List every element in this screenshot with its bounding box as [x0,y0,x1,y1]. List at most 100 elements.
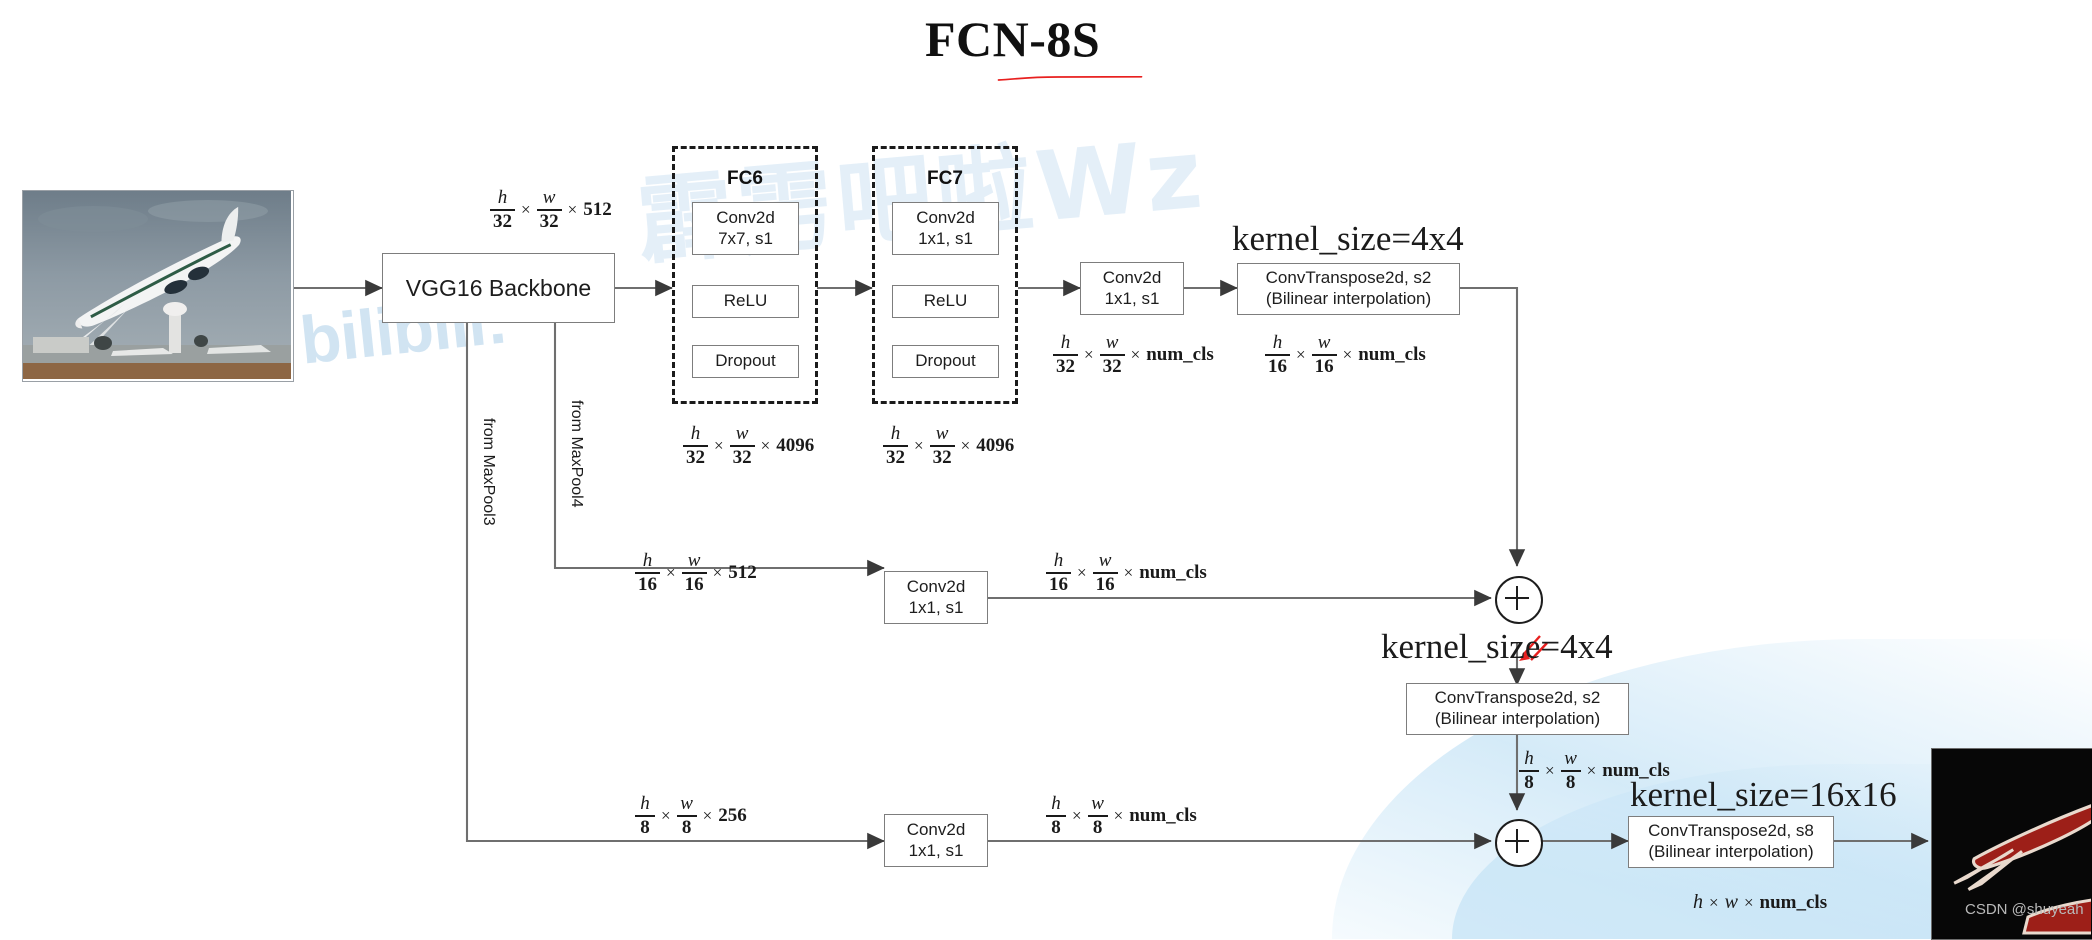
shape-up32-den1: 16 [1268,355,1287,377]
upsample16-block[interactable]: ConvTranspose2d, s2 (Bilinear interpolat… [1406,683,1629,735]
shape-pool4-den2: 16 [684,573,704,595]
upsample8-line1: ConvTranspose2d, s8 [1648,821,1814,841]
shape-score8-chan: num_cls [1129,804,1197,826]
shape-score16-num2: w [1098,550,1112,571]
shape-up32-chan: num_cls [1358,343,1426,365]
upsample32-line2: (Bilinear interpolation) [1265,289,1432,308]
fc6-relu-label: ReLU [723,291,768,311]
fc7-relu-label: ReLU [923,291,968,311]
shape-score8-num2: w [1091,793,1104,814]
shape-fc7-chan: 4096 [976,434,1015,456]
shape-up16-num2: w [1564,748,1577,769]
shape-backbone-out-den1: 32 [493,210,512,232]
shape-score32-num2: w [1105,332,1119,353]
title-underline-annotation [997,76,1143,81]
upsample16-line1: ConvTranspose2d, s2 [1434,688,1601,708]
shape-score32-chan: num_cls [1146,343,1214,365]
shape-backbone-out-chan: 512 [583,198,612,220]
shape-pool4-den1: 16 [638,573,657,595]
fc7-dropout-label: Dropout [915,351,976,371]
diagram-canvas: 霹雳吧啦Wz bilibili: FCN-8S VGG16 Backbone h… [0,0,2092,940]
shape-backbone-out-den2: 32 [539,210,559,232]
score8-line2: 1x1, s1 [908,840,964,860]
upsample8-line2: (Bilinear interpolation) [1648,842,1814,861]
shape-fc6-num2: w [735,423,749,444]
fc6-dropout-block[interactable]: Dropout [692,345,799,378]
shape-backbone-out-num1: h [497,187,508,208]
score32-conv-block[interactable]: Conv2d 1x1, s1 [1080,262,1184,315]
upsample16-line2: (Bilinear interpolation) [1434,709,1601,728]
score32-line1: Conv2d [1102,267,1162,287]
shape-score8-num1: h [1051,793,1061,814]
fc7-conv-block[interactable]: Conv2d 1x1, s1 [892,202,999,255]
shape-up32-num1: h [1272,332,1283,353]
shape-score32-num1: h [1060,332,1071,353]
skip-label-maxpool4: from MaxPool4 [568,400,585,508]
score8-conv-block[interactable]: Conv2d 1x1, s1 [884,814,988,867]
shape-up32-den2: 16 [1314,355,1334,377]
fc6-relu-block[interactable]: ReLU [692,285,799,318]
shape-pool4-in: h 16 × w 16 × 512 [635,551,757,595]
shape-up16-den1: 8 [1524,771,1534,793]
shape-score32-den2: 32 [1102,355,1122,377]
upsample8-block[interactable]: ConvTranspose2d, s8 (Bilinear interpolat… [1628,816,1834,868]
shape-pool4-chan: 512 [728,561,757,583]
shape-score32-den1: 32 [1056,355,1075,377]
shape-score32-out: h 32 × w 32 × num_cls [1053,333,1214,377]
score8-line1: Conv2d [906,819,966,839]
fc7-conv-line1: Conv2d [916,207,975,227]
shape-pool3-den2: 8 [681,816,692,838]
fc6-dropout-label: Dropout [715,351,776,371]
csdn-watermark: CSDN @shuyeah [1965,901,2084,918]
page-title: FCN-8S [925,11,1101,67]
shape-fc6-den1: 32 [686,446,705,468]
shape-fc6-chan: 4096 [776,434,815,456]
fc7-group-label: FC7 [927,168,963,189]
shape-final-out: h × w × num_cls [1693,891,1828,913]
shape-score8-den1: 8 [1051,816,1061,838]
shape-fc7-num1: h [890,423,901,444]
kernel-size-annotation-1: kernel_size=4x4 [1232,219,1464,258]
fc7-dropout-block[interactable]: Dropout [892,345,999,378]
kernel-size-annotation-3: kernel_size=16x16 [1630,775,1897,814]
shape-score16-num1: h [1053,550,1064,571]
score16-conv-block[interactable]: Conv2d 1x1, s1 [884,571,988,624]
shape-pool3-num1: h [640,793,650,814]
shape-pool3-num2: w [680,793,693,814]
fc6-conv-line2: 7x7, s1 [718,228,773,248]
sum-node-2[interactable] [1495,819,1543,867]
shape-up16-den2: 8 [1565,771,1576,793]
score16-line2: 1x1, s1 [908,597,964,617]
fc6-conv-block[interactable]: Conv2d 7x7, s1 [692,202,799,255]
shape-final-chan: num_cls [1759,891,1828,913]
shape-score16-den2: 16 [1095,573,1115,595]
fc7-conv-line2: 1x1, s1 [918,228,973,248]
shape-score8-den2: 8 [1092,816,1103,838]
shape-pool4-num2: w [687,550,701,571]
shape-score16-chan: num_cls [1139,561,1207,583]
score16-line1: Conv2d [906,576,966,596]
shape-fc7-num2: w [935,423,949,444]
shape-up32-out: h 16 × w 16 × num_cls [1265,333,1426,377]
vgg16-backbone-label: VGG16 Backbone [405,274,592,301]
shape-fc7-den1: 32 [886,446,905,468]
shape-up16-num1: h [1524,748,1534,769]
shape-pool3-den1: 8 [640,816,650,838]
upsample32-line1: ConvTranspose2d, s2 [1265,268,1432,288]
upsample32-block[interactable]: ConvTranspose2d, s2 (Bilinear interpolat… [1237,263,1460,315]
vgg16-backbone-block[interactable]: VGG16 Backbone [382,253,615,323]
shape-pool4-num1: h [642,550,653,571]
shape-score16-den1: 16 [1049,573,1068,595]
skip-label-maxpool3: from MaxPool3 [480,418,497,526]
kernel-size-annotation-2: kernel_size=4x4 [1381,627,1613,666]
shape-fc6-den2: 32 [732,446,752,468]
input-image [22,190,294,382]
shape-pool3-in: h8 × w8 × 256 [635,794,747,838]
sum-node-1[interactable] [1495,576,1543,624]
shape-fc7-out: h 32 × w 32 × 4096 [883,424,1014,468]
shape-fc7-den2: 32 [932,446,952,468]
shape-pool3-chan: 256 [718,804,747,826]
shape-backbone-out: h 32 × w 32 × 512 [490,188,612,232]
fc7-relu-block[interactable]: ReLU [892,285,999,318]
shape-fc6-out: h 32 × w 32 × 4096 [683,424,814,468]
